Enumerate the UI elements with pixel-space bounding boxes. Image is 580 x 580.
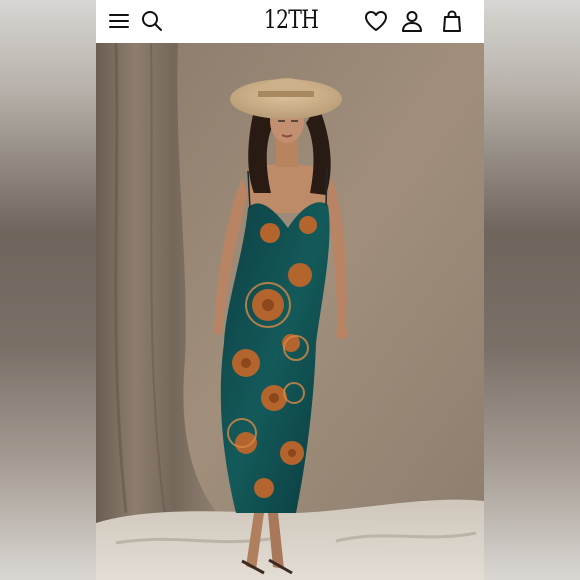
shopping-bag-icon[interactable] xyxy=(439,8,465,34)
brand-logo[interactable]: 12TH TRIBE xyxy=(254,3,328,68)
background-blur-left xyxy=(0,0,96,580)
product-photo[interactable] xyxy=(96,43,484,580)
app-screen: 12TH TRIBE xyxy=(96,0,484,580)
top-nav-bar: 12TH TRIBE xyxy=(96,0,484,68)
background-blur-right xyxy=(484,0,580,580)
account-icon[interactable] xyxy=(399,8,425,34)
search-icon[interactable] xyxy=(139,8,165,34)
heart-icon[interactable] xyxy=(363,8,389,34)
menu-icon[interactable] xyxy=(106,8,132,34)
